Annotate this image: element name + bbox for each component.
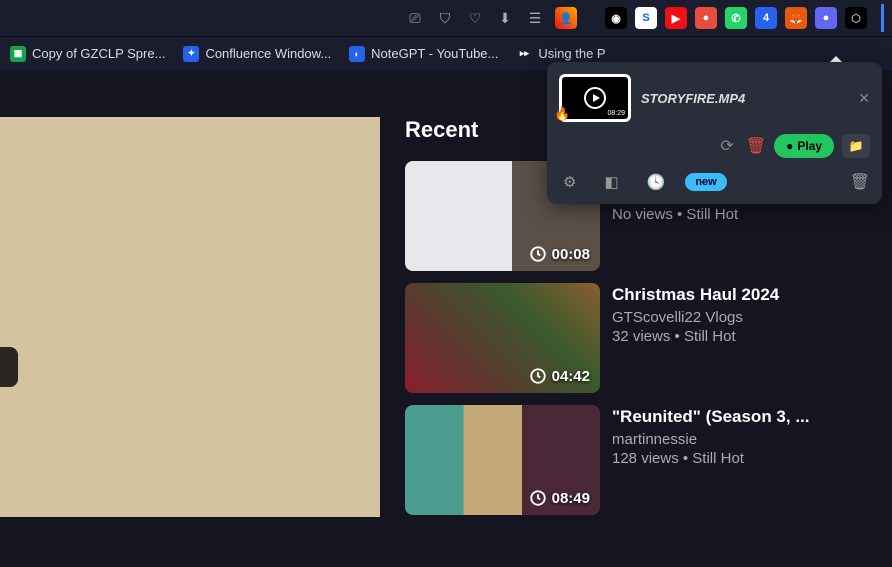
browser-toolbar: ⎚ ⛉ ♡ ⬇ ☰ 👤 ◉ S ▶ ● ✆ 4 🦊 ● ⬡ [0,0,892,36]
play-button[interactable]: ●Play [774,134,834,158]
video-views: 128 views • Still Hot [612,450,892,467]
duration-badge: 08:49 [529,489,590,507]
bookmark-label: Using the P [538,46,605,61]
bookmark-label: Confluence Window... [205,46,331,61]
bookmark-icon: ▸▸ [516,46,532,62]
duration-badge: 00:08 [529,245,590,263]
video-views: 32 views • Still Hot [612,328,892,345]
duration-badge: 04:42 [529,367,590,385]
download-panel: 🔥 08:29 STORYFIRE.MP4 ✕ ⟳ 🗑 ●Play 📁 ⚙ ◧ … [547,62,882,204]
tab-indicator [881,4,884,32]
bookmark-icon: ◐ [349,46,365,62]
download-thumbnail: 🔥 08:29 [559,74,631,122]
delete-icon[interactable]: 🗑 [746,136,766,156]
extension-icon[interactable]: ▶ [665,7,687,29]
extension-icon[interactable]: ✆ [725,7,747,29]
folder-button[interactable]: 📁 [842,134,870,158]
refresh-icon[interactable]: ⟳ [720,136,733,156]
video-player[interactable] [0,117,380,517]
extension-icon[interactable]: S [635,7,657,29]
bookmark-label: Copy of GZCLP Spre... [32,46,165,61]
folder-icon: 📁 [849,139,864,153]
heart-icon[interactable]: ♡ [465,8,485,28]
history-icon[interactable]: 🕓 [647,173,666,191]
clear-all-icon[interactable]: 🗑 [850,172,870,192]
video-item[interactable]: 04:42 Christmas Haul 2024 GTScovelli22 Vlo… [405,283,892,393]
avatar-icon[interactable]: 👤 [555,7,577,29]
video-title: "Reunited" (Season 3, ... [612,407,872,427]
download-duration: 08:29 [607,110,625,117]
video-views: No views • Still Hot [612,206,892,223]
settings-icon[interactable]: ⚙ [563,173,576,191]
clock-icon [529,367,547,385]
video-item[interactable]: 08:49 "Reunited" (Season 3, ... martinness… [405,405,892,515]
video-thumbnail: 04:42 [405,283,600,393]
extension-icon[interactable]: ● [815,7,837,29]
shield-icon[interactable]: ⛉ [435,8,455,28]
bookmark-item[interactable]: ✦ Confluence Window... [183,46,331,62]
new-badge: new [685,173,726,191]
video-channel: GTScovelli22 Vlogs [612,309,892,326]
list-icon[interactable]: ☰ [525,8,545,28]
clock-icon [529,245,547,263]
bookmark-icon: ▦ [10,46,26,62]
play-circle-icon: ● [786,139,793,153]
bookmark-label: NoteGPT - YouTube... [371,46,498,61]
camera-icon[interactable]: ⎚ [405,8,425,28]
clock-icon [529,489,547,507]
close-icon[interactable]: ✕ [858,90,870,107]
extension-icon[interactable]: ⬡ [845,7,867,29]
download-icon[interactable]: ⬇ [495,8,515,28]
download-filename: STORYFIRE.MP4 [641,91,848,106]
video-title: Christmas Haul 2024 [612,285,872,305]
extension-icon[interactable]: 4 [755,7,777,29]
extension-icon[interactable]: ◉ [605,7,627,29]
video-channel: martinnessie [612,431,892,448]
bookmark-item[interactable]: ▦ Copy of GZCLP Spre... [10,46,165,62]
panel-icon[interactable]: ◧ [604,173,618,191]
extension-icon[interactable]: 🦊 [785,7,807,29]
video-thumbnail: 08:49 [405,405,600,515]
play-icon [584,87,606,109]
extension-icon[interactable]: ● [695,7,717,29]
bookmark-item[interactable]: ▸▸ Using the P [516,46,605,62]
bookmark-item[interactable]: ◐ NoteGPT - YouTube... [349,46,498,62]
bookmark-icon: ✦ [183,46,199,62]
flame-icon: 🔥 [554,106,570,122]
